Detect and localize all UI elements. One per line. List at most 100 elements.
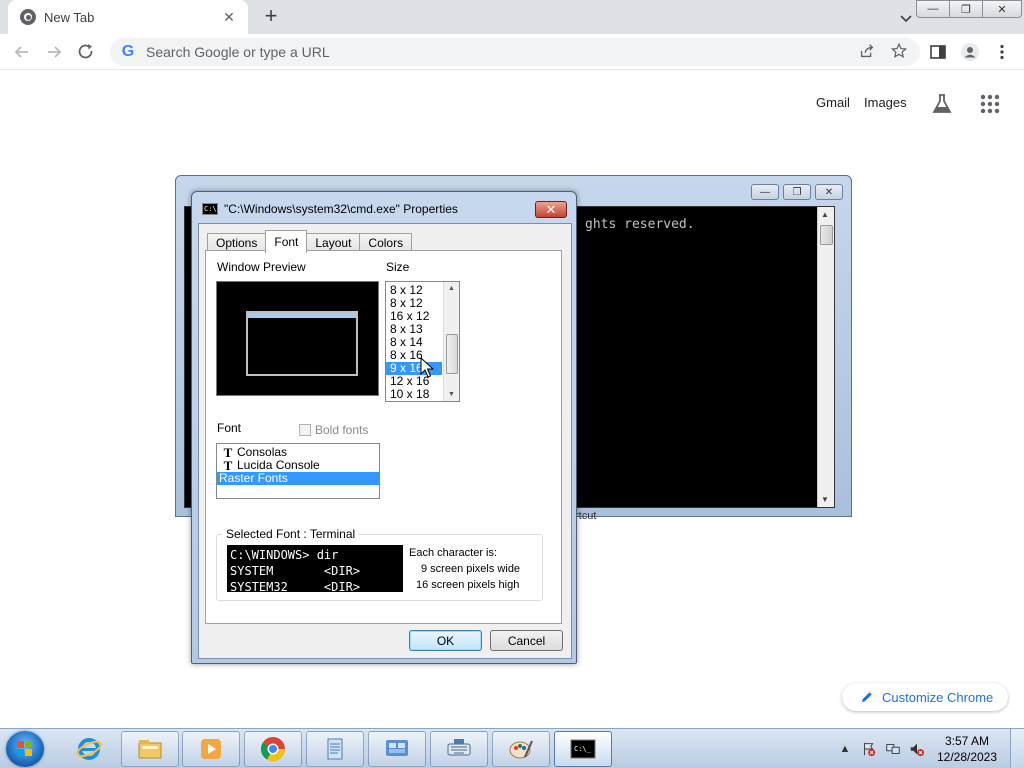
- new-tab-button[interactable]: +: [258, 4, 284, 30]
- profile-avatar-icon[interactable]: [958, 40, 982, 64]
- cmd-app-icon: C:\: [202, 203, 218, 215]
- volume-muted-icon[interactable]: [908, 740, 926, 758]
- close-button[interactable]: ✕: [982, 0, 1022, 18]
- omnibox[interactable]: G: [110, 38, 920, 66]
- google-g-icon: G: [121, 43, 135, 60]
- font-tab-panel: Window Preview Size 8 x 12 8 x 12 16 x 1…: [205, 250, 562, 624]
- cmd-scrollbar[interactable]: ▲ ▼: [817, 207, 834, 507]
- side-panel-icon[interactable]: [926, 40, 950, 64]
- media-player-taskbar-icon[interactable]: [182, 731, 240, 767]
- omnibox-input[interactable]: [146, 44, 826, 60]
- cmd-properties-dialog: C:\ "C:\Windows\system32\cmd.exe" Proper…: [191, 191, 577, 664]
- customize-chrome-label: Customize Chrome: [882, 689, 994, 705]
- minimize-button[interactable]: —: [916, 0, 950, 18]
- selected-font-title: Selected Font : Terminal: [223, 527, 359, 541]
- window-controls: — ❐ ✕: [916, 0, 1024, 18]
- cmd-scrollbar-thumb[interactable]: [820, 225, 833, 245]
- size-scrollbar[interactable]: ▲ ▼: [443, 282, 459, 401]
- browser-toolbar: G: [0, 34, 1024, 70]
- customize-chrome-button[interactable]: Customize Chrome: [842, 683, 1008, 711]
- paint-taskbar-icon[interactable]: [492, 731, 550, 767]
- notepad-taskbar-icon[interactable]: [306, 731, 364, 767]
- char-height: 16 screen pixels high: [416, 579, 520, 591]
- tab-new-tab[interactable]: New Tab ✕: [8, 0, 248, 34]
- sample-line: SYSTEM <DIR>: [230, 564, 361, 578]
- scroll-up-arrow-icon[interactable]: ▲: [821, 210, 829, 219]
- desktop-shortcut-label-fragment: rtcut: [575, 510, 597, 522]
- scroll-down-arrow-icon[interactable]: ▼: [448, 391, 455, 398]
- font-sample-preview: C:\WINDOWS> dir SYSTEM <DIR> SYSTEM32 <D…: [227, 545, 403, 592]
- labs-flask-icon[interactable]: [930, 92, 954, 116]
- network-icon[interactable]: [884, 740, 902, 758]
- cmd-close-button[interactable]: ✕: [815, 184, 843, 200]
- cmd-maximize-button[interactable]: ❐: [783, 184, 811, 200]
- font-option-label: Raster Fonts: [219, 471, 288, 485]
- bold-fonts-label: Bold fonts: [315, 423, 369, 437]
- images-link[interactable]: Images: [864, 95, 907, 110]
- character-size-info: Each character is: 9 screen pixels wide …: [409, 545, 520, 593]
- action-center-flag-icon[interactable]: [860, 740, 878, 758]
- size-label: Size: [386, 260, 410, 274]
- dialog-client: Options Font Layout Colors Window Previe…: [198, 223, 572, 659]
- pencil-icon: [862, 692, 872, 702]
- control-panel-taskbar-icon[interactable]: [368, 731, 426, 767]
- cmd-minimize-button[interactable]: —: [751, 184, 779, 200]
- bold-fonts-checkbox[interactable]: Bold fonts: [299, 423, 368, 437]
- taskbar-clock[interactable]: 3:57 AM 12/28/2023: [932, 733, 1002, 765]
- dialog-title: "C:\Windows\system32\cmd.exe" Properties: [224, 202, 458, 216]
- cancel-button[interactable]: Cancel: [490, 630, 563, 651]
- font-option-raster-fonts[interactable]: Raster Fonts: [217, 472, 379, 485]
- ok-button[interactable]: OK: [409, 630, 482, 651]
- menu-kebab-icon[interactable]: [990, 40, 1014, 64]
- command-prompt-taskbar-icon[interactable]: C:\_: [554, 731, 612, 767]
- font-listbox[interactable]: T Consolas T Lucida Console Raster Fonts: [216, 443, 380, 499]
- sample-line: C:\WINDOWS> dir: [230, 548, 339, 562]
- tab-close-icon[interactable]: ✕: [220, 9, 238, 26]
- char-info-title: Each character is:: [409, 547, 498, 559]
- system-tray: ▲ 3:57 AM 12/28/2023: [836, 729, 1024, 768]
- clock-date: 12/28/2023: [936, 750, 998, 764]
- size-listbox[interactable]: 8 x 12 8 x 12 16 x 12 8 x 13 8 x 14 8 x …: [385, 281, 460, 402]
- font-label: Font: [217, 421, 242, 435]
- scroll-down-arrow-icon[interactable]: ▼: [821, 495, 829, 504]
- tab-title: New Tab: [44, 9, 95, 25]
- show-desktop-button[interactable]: [1010, 729, 1024, 768]
- internet-explorer-taskbar-icon[interactable]: [60, 731, 118, 767]
- file-explorer-taskbar-icon[interactable]: [121, 731, 179, 767]
- svg-text:C:\_: C:\_: [574, 745, 592, 753]
- tab-search-chevron-down-icon[interactable]: [896, 8, 916, 28]
- share-icon[interactable]: [858, 42, 878, 62]
- windows-logo-icon: [17, 741, 33, 757]
- dialog-titlebar: C:\ "C:\Windows\system32\cmd.exe" Proper…: [202, 202, 458, 216]
- mouse-pointer-icon: [420, 357, 434, 378]
- chrome-favicon-icon: [20, 9, 36, 25]
- clock-time: 3:57 AM: [944, 734, 990, 748]
- window-preview: [216, 281, 379, 396]
- dialog-close-button[interactable]: ✕: [535, 201, 567, 218]
- size-scrollbar-thumb[interactable]: [446, 334, 458, 374]
- checkbox-box[interactable]: [299, 424, 311, 436]
- window-preview-frame: [246, 311, 358, 376]
- apps-grid-icon[interactable]: [978, 92, 1002, 116]
- restore-button[interactable]: ❐: [949, 0, 983, 18]
- cmd-window-controls: — ❐ ✕: [751, 184, 843, 200]
- size-option[interactable]: 10 x 18: [386, 388, 442, 401]
- keyboard-taskbar-icon[interactable]: [430, 731, 488, 767]
- tab-font[interactable]: Font: [265, 230, 308, 253]
- window-preview-label: Window Preview: [217, 260, 306, 274]
- back-arrow-icon[interactable]: [10, 40, 34, 64]
- sample-line: SYSTEM32 <DIR>: [230, 580, 361, 592]
- chrome-taskbar-icon[interactable]: [244, 731, 302, 767]
- reload-icon[interactable]: [74, 40, 98, 64]
- forward-arrow-icon[interactable]: [42, 40, 66, 64]
- cmd-output-text: ghts reserved.: [585, 217, 695, 232]
- selected-font-group: Selected Font : Terminal C:\WINDOWS> dir…: [216, 527, 543, 601]
- scroll-up-arrow-icon[interactable]: ▲: [448, 285, 455, 292]
- tab-strip: New Tab ✕ + — ❐ ✕: [0, 0, 1024, 34]
- start-button[interactable]: [6, 731, 44, 767]
- taskbar: C:\_ ▲ 3:57 AM 12/28/2023: [0, 728, 1024, 768]
- show-hidden-icons-chevron-icon[interactable]: ▲: [836, 740, 854, 758]
- bookmark-star-icon[interactable]: [890, 42, 910, 62]
- gmail-link[interactable]: Gmail: [816, 95, 850, 110]
- char-width: 9 screen pixels wide: [421, 563, 521, 575]
